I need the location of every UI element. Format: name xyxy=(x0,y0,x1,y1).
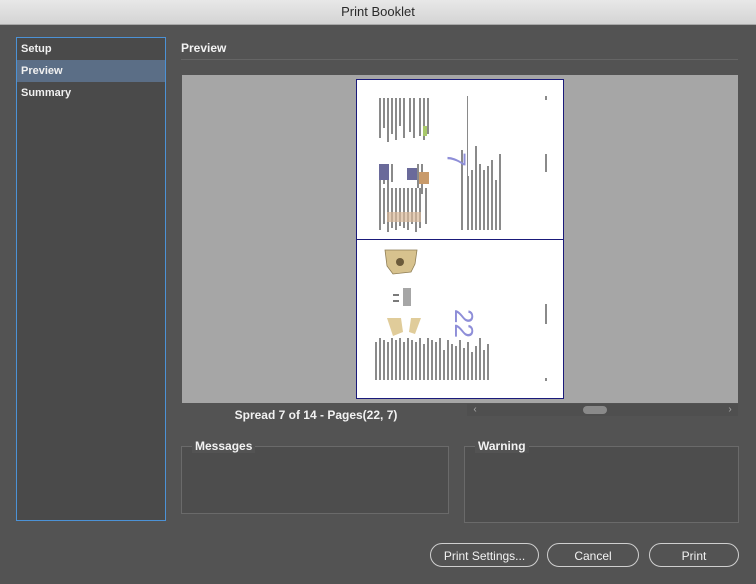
section-divider xyxy=(181,59,738,60)
chevron-left-icon[interactable]: ‹ xyxy=(469,404,481,416)
messages-label: Messages xyxy=(192,439,256,453)
sidebar: Setup Preview Summary xyxy=(16,37,166,521)
spread-info-label: Spread 7 of 14 - Pages(22, 7) xyxy=(234,408,398,422)
preview-area: 7 22 xyxy=(182,75,738,403)
booklet-spread-preview: 7 22 xyxy=(356,79,564,399)
top-page-number: 7 xyxy=(441,152,472,167)
section-title: Preview xyxy=(181,41,227,55)
sidebar-item-preview[interactable]: Preview xyxy=(17,60,165,82)
print-button[interactable]: Print xyxy=(649,543,739,567)
bottom-page-number: 22 xyxy=(448,309,479,338)
print-booklet-dialog: Print Booklet Setup Preview Summary Prev… xyxy=(0,0,756,584)
scrollbar-thumb[interactable] xyxy=(583,406,607,414)
print-settings-button[interactable]: Print Settings... xyxy=(430,543,539,567)
warning-box xyxy=(464,446,739,523)
messages-box xyxy=(181,446,449,514)
preview-horizontal-scrollbar[interactable]: ‹ › xyxy=(467,404,738,416)
chevron-right-icon[interactable]: › xyxy=(724,404,736,416)
sidebar-item-setup[interactable]: Setup xyxy=(17,38,165,60)
window-title: Print Booklet xyxy=(0,0,756,25)
sidebar-item-summary[interactable]: Summary xyxy=(17,82,165,104)
cancel-button[interactable]: Cancel xyxy=(547,543,639,567)
warning-label: Warning xyxy=(475,439,529,453)
